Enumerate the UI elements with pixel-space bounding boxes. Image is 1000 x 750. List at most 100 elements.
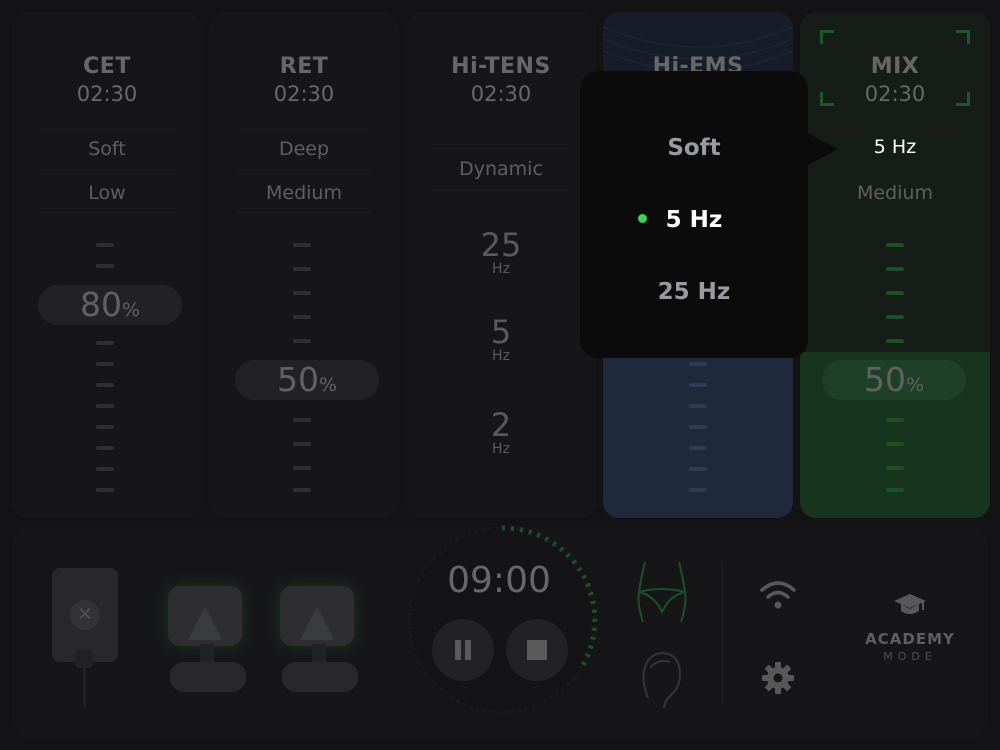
mode-option[interactable]: Dynamic: [406, 158, 596, 180]
slider-tick: [96, 404, 114, 408]
applicator-base: [282, 662, 358, 692]
popup-pointer: [804, 131, 838, 167]
applicator-device-1[interactable]: [168, 586, 242, 646]
column-time: 02:30: [864, 82, 926, 106]
slider-tick: [96, 446, 114, 450]
slider-tick: [96, 488, 114, 492]
mode-option[interactable]: Deep: [209, 138, 399, 160]
slider-tick: [689, 362, 707, 366]
column-time: 02:30: [76, 82, 138, 106]
channel-column-cet[interactable]: CET 02:30 Soft Low 80%: [12, 12, 202, 518]
head-face-icon[interactable]: [636, 648, 686, 708]
intensity-unit: %: [318, 374, 338, 396]
stop-button[interactable]: [506, 619, 568, 681]
column-time: 02:30: [273, 82, 335, 106]
divider: [432, 148, 570, 149]
slider-tick: [96, 341, 114, 345]
frequency-option[interactable]: 25 Hz: [406, 228, 596, 276]
stop-icon: [527, 640, 547, 660]
channel-column-mix[interactable]: MIX 02:30 Medium 50%: [800, 12, 990, 518]
slider-tick: [96, 425, 114, 429]
pause-icon: [465, 640, 471, 660]
pause-button[interactable]: [432, 619, 494, 681]
slider-tick: [886, 315, 904, 319]
applicator-base: [170, 662, 246, 692]
divider: [38, 128, 176, 129]
selection-corner: [956, 30, 970, 44]
slider-tick: [886, 243, 904, 247]
slider-tick: [96, 467, 114, 471]
level-option[interactable]: Medium: [800, 182, 990, 204]
column-title: MIX: [870, 54, 920, 79]
screen: CET 02:30 Soft Low 80% RET 02:30 Deep Me…: [0, 0, 1000, 750]
academy-subtitle: MODE: [883, 650, 937, 663]
slider-tick: [96, 383, 114, 387]
slider-tick: [293, 442, 311, 446]
column-title: Hi-TENS: [451, 54, 551, 79]
frequency-popup: Soft 5 Hz 25 Hz: [580, 71, 808, 358]
slider-tick: [96, 362, 114, 366]
slider-tick: [293, 488, 311, 492]
slider-tick: [96, 243, 114, 247]
divider: [826, 212, 964, 213]
popup-option-25hz[interactable]: 25 Hz: [580, 279, 808, 305]
academy-mode-button[interactable]: ACADEMY MODE: [858, 592, 962, 663]
pause-icon: [455, 640, 461, 660]
close-icon[interactable]: ✕: [70, 600, 100, 630]
applicator-tip: [300, 606, 334, 640]
mode-option[interactable]: Soft: [12, 138, 202, 160]
slider-tick: [293, 315, 311, 319]
column-title: RET: [279, 54, 329, 79]
channel-column-hi-tens[interactable]: Hi-TENS 02:30 Dynamic 25 Hz 5 Hz 2 Hz: [406, 12, 596, 518]
slider-tick: [293, 418, 311, 422]
slider-tick: [886, 442, 904, 446]
intensity-slider-thumb[interactable]: 50%: [235, 360, 379, 400]
column-time: 02:30: [470, 82, 532, 106]
intensity-slider-thumb[interactable]: 50%: [822, 360, 966, 400]
intensity-unit: %: [905, 374, 925, 396]
slider-tick: [886, 418, 904, 422]
intensity-value: 80: [79, 285, 122, 324]
slider-tick: [293, 466, 311, 470]
slider-tick: [689, 404, 707, 408]
frequency-value: 25: [480, 226, 522, 264]
slider-tick: [293, 291, 311, 295]
slider-tick: [689, 383, 707, 387]
channel-column-ret[interactable]: RET 02:30 Deep Medium 50%: [209, 12, 399, 518]
applicator-device-2[interactable]: [280, 586, 354, 646]
selected-indicator-dot: [638, 214, 647, 223]
popup-option-5hz[interactable]: 5 Hz: [580, 207, 808, 233]
divider: [235, 170, 373, 171]
cable-wire: [83, 666, 86, 706]
slider-tick: [293, 339, 311, 343]
intensity-slider-thumb[interactable]: 80%: [38, 285, 182, 325]
slider-tick: [886, 488, 904, 492]
body-torso-icon[interactable]: [633, 558, 691, 626]
academy-title: ACADEMY: [865, 630, 955, 648]
gear-icon[interactable]: [760, 660, 796, 696]
applicator-tip: [188, 606, 222, 640]
slider-tick: [293, 243, 311, 247]
frequency-option[interactable]: 5 Hz: [406, 315, 596, 363]
slider-tick: [886, 339, 904, 343]
frequency-option[interactable]: 2 Hz: [406, 408, 596, 456]
divider: [38, 170, 176, 171]
frequency-unit: Hz: [492, 441, 510, 457]
slider-tick: [96, 264, 114, 268]
popup-option-soft[interactable]: Soft: [580, 135, 808, 161]
level-option[interactable]: Low: [12, 182, 202, 204]
intensity-value: 50: [863, 360, 906, 399]
wifi-icon[interactable]: [758, 578, 798, 612]
frequency-value: 5: [490, 313, 512, 351]
selection-corner: [820, 30, 834, 44]
level-option[interactable]: Medium: [209, 182, 399, 204]
slider-tick: [689, 446, 707, 450]
session-timer: 09:00: [447, 560, 551, 601]
slider-tick: [886, 267, 904, 271]
vertical-divider: [722, 562, 723, 706]
intensity-unit: %: [121, 299, 141, 321]
divider: [826, 170, 964, 171]
timer-progress-ring: [408, 525, 598, 714]
column-title: CET: [83, 54, 131, 79]
frequency-value: 2: [490, 406, 512, 444]
